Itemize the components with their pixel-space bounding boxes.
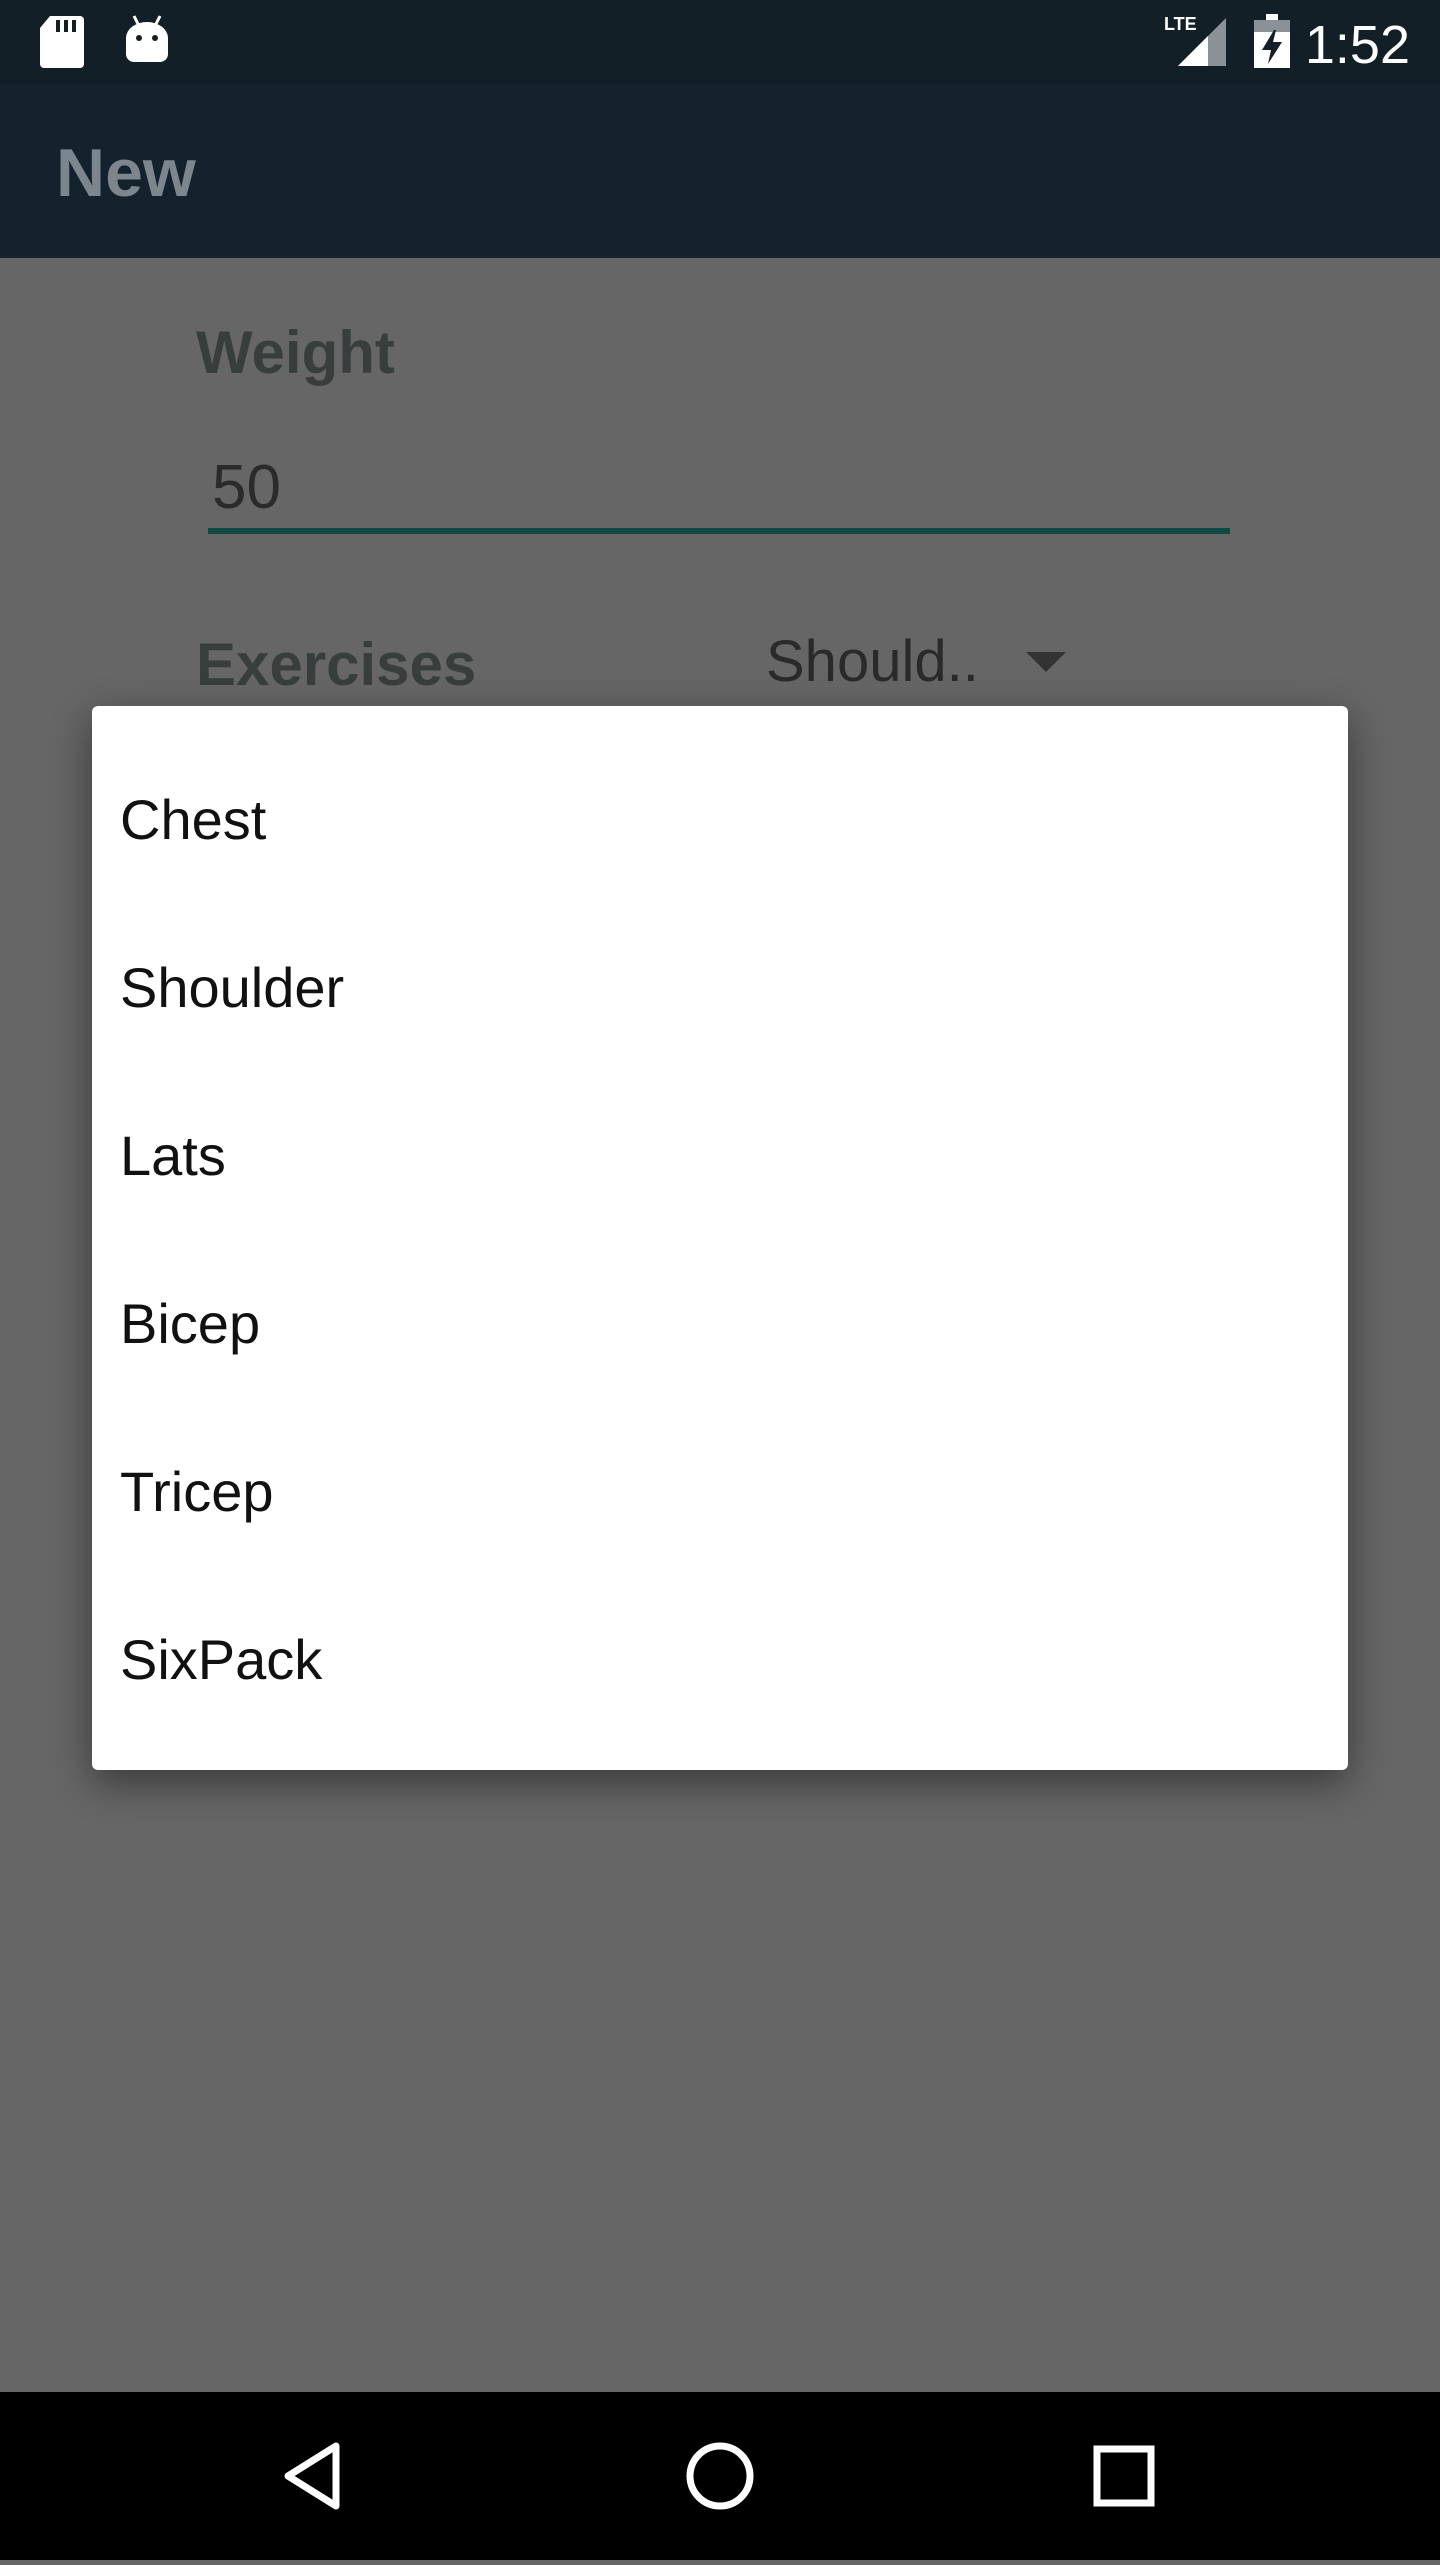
- dropdown-item-tricep[interactable]: Tricep: [92, 1408, 1348, 1576]
- app-bar: New: [0, 84, 1440, 258]
- dropdown-item-lats[interactable]: Lats: [92, 1072, 1348, 1240]
- recents-button[interactable]: [1024, 2392, 1224, 2560]
- exercise-spinner[interactable]: Should..: [766, 628, 979, 695]
- dropdown-item-label: Lats: [120, 1124, 226, 1187]
- back-icon: [284, 2442, 340, 2510]
- navigation-bar: [0, 2392, 1440, 2560]
- page-title: New: [56, 135, 196, 211]
- sd-card-icon: [40, 16, 84, 73]
- home-icon: [686, 2442, 754, 2510]
- dropdown-item-label: Bicep: [120, 1292, 261, 1355]
- status-bar: LTE 1:52: [0, 0, 1440, 84]
- recents-icon: [1093, 2445, 1155, 2507]
- dropdown-item-label: Tricep: [120, 1460, 274, 1523]
- dropdown-item-label: Chest: [120, 788, 267, 851]
- dropdown-item-shoulder[interactable]: Shoulder: [92, 904, 1348, 1072]
- status-time: 1:52: [1304, 15, 1410, 75]
- exercises-label: Exercises: [196, 631, 477, 698]
- weight-label: Weight: [196, 319, 395, 386]
- back-button[interactable]: [216, 2392, 416, 2560]
- svg-text:LTE: LTE: [1164, 14, 1197, 34]
- chevron-down-icon[interactable]: [1026, 652, 1066, 672]
- weight-input[interactable]: 50: [208, 438, 1234, 538]
- dropdown-item-sixpack[interactable]: SixPack: [92, 1576, 1348, 1744]
- dropdown-item-chest[interactable]: Chest: [92, 736, 1348, 904]
- dropdown-item-label: Shoulder: [120, 956, 345, 1019]
- android-icon: [124, 14, 170, 69]
- lte-signal-icon: LTE: [1164, 14, 1228, 73]
- exercise-dropdown-menu: Chest Shoulder Lats Bicep Tricep SixPack: [92, 706, 1348, 1770]
- home-button[interactable]: [620, 2392, 820, 2560]
- weight-input-underline: [208, 528, 1230, 534]
- battery-charging-icon: [1254, 14, 1290, 73]
- dropdown-item-bicep[interactable]: Bicep: [92, 1240, 1348, 1408]
- dropdown-item-label: SixPack: [120, 1628, 323, 1691]
